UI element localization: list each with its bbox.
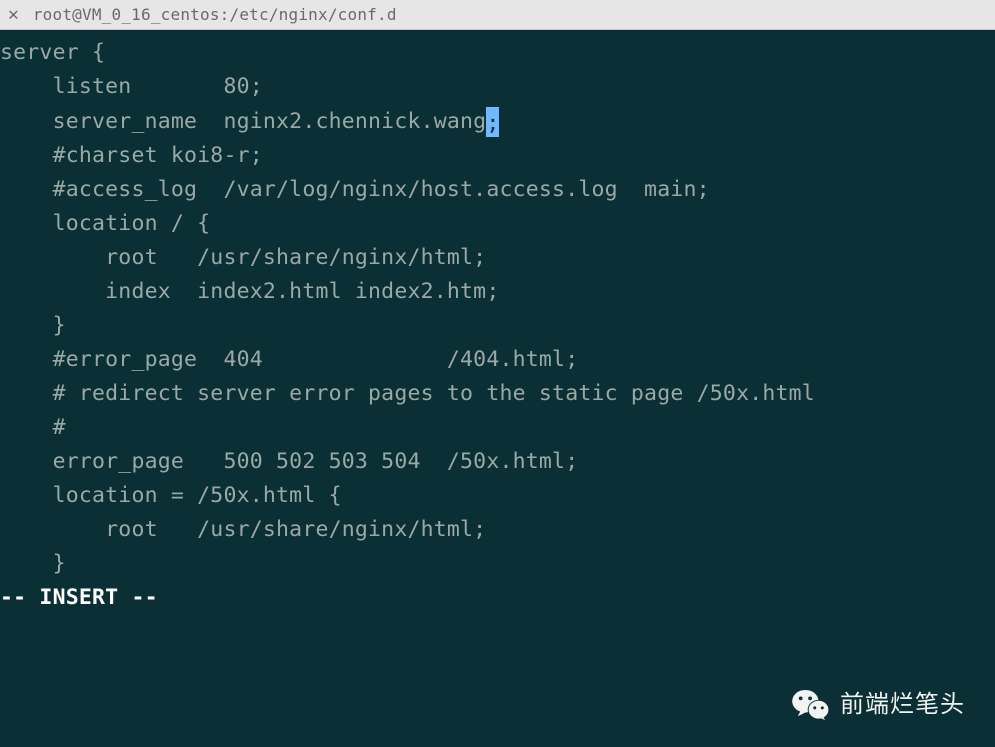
code-line: listen 80;	[0, 70, 991, 104]
code-line: #error_page 404 /404.html;	[0, 343, 991, 377]
watermark: 前端烂笔头	[792, 688, 965, 722]
code-line: server {	[0, 36, 991, 70]
code-line: #	[0, 411, 991, 445]
code-text: server_name nginx2.chennick.wang	[0, 109, 486, 134]
code-line: error_page 500 502 503 504 /50x.html;	[0, 445, 991, 479]
code-line: index index2.html index2.htm;	[0, 275, 991, 309]
text-cursor: ;	[486, 107, 499, 137]
code-line: # redirect server error pages to the sta…	[0, 377, 991, 411]
code-line: }	[0, 309, 991, 343]
code-line: location = /50x.html {	[0, 479, 991, 513]
code-line: #charset koi8-r;	[0, 139, 991, 173]
watermark-text: 前端烂笔头	[840, 688, 965, 722]
code-line: }	[0, 547, 991, 581]
terminal-editor[interactable]: server { listen 80; server_name nginx2.c…	[0, 30, 995, 747]
code-line: location / {	[0, 207, 991, 241]
titlebar: ✕ root@VM_0_16_centos:/etc/nginx/conf.d	[0, 0, 995, 30]
wechat-icon	[792, 689, 830, 721]
code-line: root /usr/share/nginx/html;	[0, 513, 991, 547]
close-icon[interactable]: ✕	[8, 6, 19, 24]
code-line: root /usr/share/nginx/html;	[0, 241, 991, 275]
vim-mode-line: -- INSERT --	[0, 581, 991, 615]
code-line: server_name nginx2.chennick.wang;	[0, 104, 991, 139]
window-title: root@VM_0_16_centos:/etc/nginx/conf.d	[33, 5, 397, 24]
code-line: #access_log /var/log/nginx/host.access.l…	[0, 173, 991, 207]
